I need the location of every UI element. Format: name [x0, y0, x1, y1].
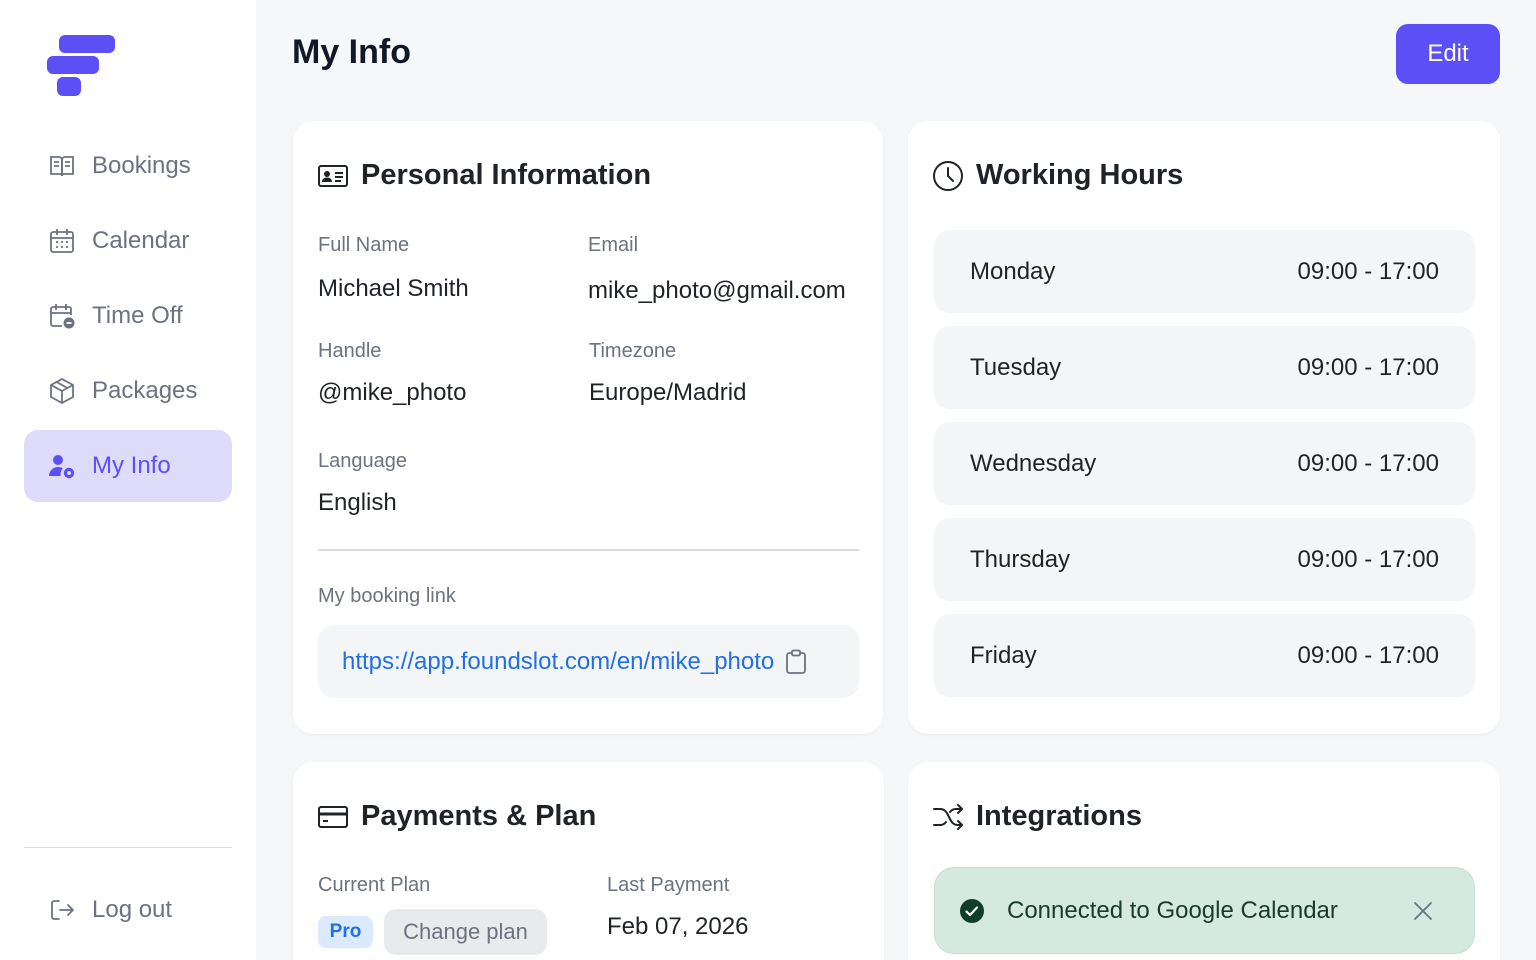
- booking-link-label: My booking link: [318, 585, 456, 607]
- email-value: mike_photo@gmail.com: [588, 277, 846, 304]
- working-hours-card: Working Hours Monday 09:00 - 17:00 Tuesd…: [908, 121, 1500, 734]
- calendar-icon: [48, 227, 76, 255]
- shuffle-icon: [932, 801, 964, 833]
- full-name-value: Michael Smith: [318, 275, 469, 302]
- sidebar-divider: [24, 847, 232, 848]
- book-open-icon: [48, 152, 76, 180]
- user-cog-icon: [48, 452, 76, 480]
- sidebar-item-bookings[interactable]: Bookings: [24, 130, 232, 202]
- integrations-title: Integrations: [976, 800, 1142, 832]
- timezone-value: Europe/Madrid: [589, 379, 747, 406]
- day-name: Thursday: [970, 545, 1071, 573]
- credit-card-icon: [317, 801, 349, 833]
- sidebar-item-label: Packages: [92, 377, 198, 404]
- day-hours: 09:00 - 17:00: [1297, 641, 1439, 669]
- day-name: Monday: [970, 257, 1056, 285]
- day-hours: 09:00 - 17:00: [1297, 257, 1439, 285]
- last-payment-value: Feb 07, 2026: [607, 913, 749, 940]
- logout-icon: [48, 896, 76, 924]
- working-day-row: Friday 09:00 - 17:00: [934, 614, 1475, 697]
- handle-label: Handle: [318, 340, 382, 362]
- logout-label: Log out: [92, 896, 173, 923]
- change-plan-button[interactable]: Change plan: [384, 909, 547, 955]
- close-icon[interactable]: [1412, 900, 1434, 922]
- day-hours: 09:00 - 17:00: [1297, 353, 1439, 381]
- app-logo[interactable]: [47, 35, 117, 97]
- sidebar-item-label: My Info: [92, 452, 171, 479]
- timezone-label: Timezone: [589, 340, 677, 362]
- working-day-row: Tuesday 09:00 - 17:00: [934, 326, 1475, 409]
- full-name-label: Full Name: [318, 234, 410, 256]
- language-value: English: [318, 489, 397, 516]
- sidebar-item-label: Calendar: [92, 227, 190, 254]
- day-name: Tuesday: [970, 353, 1062, 381]
- personal-information-card: Personal Information Full Name Michael S…: [293, 121, 883, 734]
- plan-badge: Pro: [318, 916, 373, 948]
- sidebar-item-label: Bookings: [92, 152, 191, 179]
- booking-link-box: https://app.foundslot.com/en/mike_photo: [318, 625, 859, 698]
- payments-plan-header: Payments & Plan: [317, 800, 596, 833]
- personal-information-header: Personal Information: [317, 159, 651, 192]
- sidebar-item-my-info[interactable]: My Info: [24, 430, 232, 502]
- sidebar-nav: Bookings Calendar Time Off Packages My I…: [24, 130, 232, 505]
- language-label: Language: [318, 450, 407, 472]
- edit-button[interactable]: Edit: [1396, 24, 1500, 84]
- check-circle-icon: [959, 898, 985, 924]
- sidebar: Bookings Calendar Time Off Packages My I…: [0, 0, 256, 960]
- page-title: My Info: [292, 33, 411, 71]
- google-calendar-status: Connected to Google Calendar: [934, 867, 1475, 954]
- sidebar-item-calendar[interactable]: Calendar: [24, 205, 232, 277]
- clock-icon: [932, 160, 964, 192]
- day-hours: 09:00 - 17:00: [1297, 545, 1439, 573]
- package-icon: [48, 377, 76, 405]
- working-day-row: Thursday 09:00 - 17:00: [934, 518, 1475, 601]
- day-name: Wednesday: [970, 449, 1097, 477]
- current-plan-label: Current Plan: [318, 874, 431, 896]
- personal-information-title: Personal Information: [361, 159, 652, 191]
- working-hours-header: Working Hours: [932, 159, 1183, 192]
- working-day-row: Wednesday 09:00 - 17:00: [934, 422, 1475, 505]
- working-hours-title: Working Hours: [976, 159, 1184, 191]
- last-payment-label: Last Payment: [607, 874, 730, 896]
- calendar-minus-icon: [48, 302, 76, 330]
- working-day-row: Monday 09:00 - 17:00: [934, 230, 1475, 313]
- booking-link[interactable]: https://app.foundslot.com/en/mike_photo: [342, 648, 774, 676]
- sidebar-item-time-off[interactable]: Time Off: [24, 280, 232, 352]
- handle-value: @mike_photo: [318, 379, 467, 406]
- email-label: Email: [588, 234, 639, 256]
- google-calendar-status-text: Connected to Google Calendar: [1007, 896, 1338, 924]
- section-divider: [318, 549, 859, 551]
- integrations-card: Integrations Connected to Google Calenda…: [908, 762, 1500, 960]
- payments-plan-card: Payments & Plan Current Plan Pro Change …: [293, 762, 884, 960]
- day-hours: 09:00 - 17:00: [1297, 449, 1439, 477]
- sidebar-item-label: Time Off: [92, 302, 183, 329]
- integrations-header: Integrations: [932, 800, 1142, 833]
- payments-plan-title: Payments & Plan: [361, 800, 597, 832]
- logout-button[interactable]: Log out: [24, 874, 172, 946]
- copy-icon[interactable]: [784, 649, 808, 675]
- sidebar-item-packages[interactable]: Packages: [24, 355, 232, 427]
- id-card-icon: [317, 160, 349, 192]
- day-name: Friday: [970, 641, 1037, 669]
